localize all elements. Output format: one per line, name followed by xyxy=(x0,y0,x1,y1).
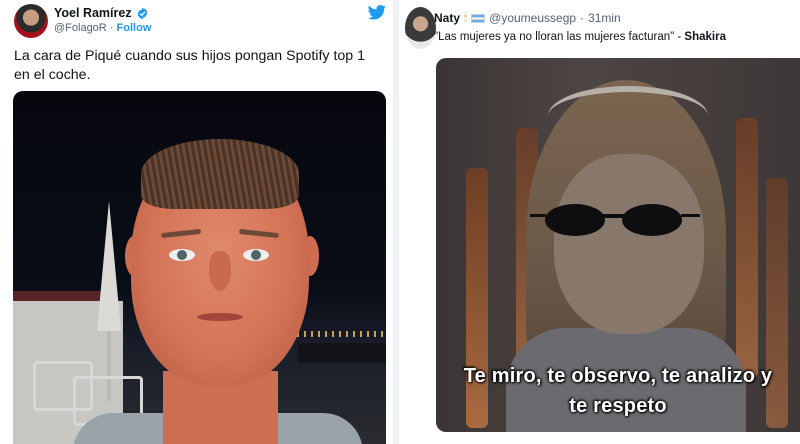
meme-face xyxy=(554,154,704,334)
photo-umbrella xyxy=(97,201,121,401)
quote-author: Shakira xyxy=(684,31,726,43)
tweet-card-left: Yoel Ramírez @FolagoR · Follow La cara d… xyxy=(0,0,393,444)
argentina-flag-emoji xyxy=(471,13,486,23)
separator-dot: · xyxy=(580,11,585,25)
photo-skyline xyxy=(298,343,386,363)
twitter-bird-icon[interactable] xyxy=(368,5,386,20)
quote-text: "Las mujeres ya no lloran las mujeres fa… xyxy=(434,31,685,43)
follow-button[interactable]: Follow xyxy=(117,22,152,34)
meme-guitar xyxy=(766,178,788,428)
meme-caption-line1: Te miro, te observo, te analizo y xyxy=(463,365,773,387)
author-name[interactable]: Yoel Ramírez xyxy=(54,6,132,20)
tweet-meme-image[interactable]: Te miro, te observo, te analizo y te res… xyxy=(436,58,800,432)
photo-eye xyxy=(169,249,195,261)
photo-mouth xyxy=(197,313,243,321)
verified-badge-icon xyxy=(137,7,147,19)
author-handle-row: @FolagoR · Follow xyxy=(54,22,151,34)
author-avatar[interactable] xyxy=(14,4,48,38)
meme-guitar xyxy=(736,118,758,378)
meme-caption-line2: te respeto xyxy=(569,395,667,417)
tweet-photo[interactable] xyxy=(13,91,386,444)
author-avatar[interactable] xyxy=(405,7,436,49)
tweet-text: "Las mujeres ya no lloran las mujeres fa… xyxy=(434,31,726,43)
tweet-text: La cara de Piqué cuando sus hijos pongan… xyxy=(14,48,365,83)
meme-hairband xyxy=(548,86,708,146)
torch-emoji: 🕯 xyxy=(464,11,468,24)
tweet-card-right: Naty 🕯 @youmeussegp · 31min "Las mujeres… xyxy=(399,0,800,444)
separator-dot: · xyxy=(109,22,114,34)
author-name[interactable]: Naty xyxy=(434,11,460,25)
meme-guitar xyxy=(466,168,488,428)
meme-sunglasses xyxy=(530,204,700,236)
photo-hair xyxy=(141,139,299,209)
author-name-row: Yoel Ramírez xyxy=(54,6,149,20)
photo-eye xyxy=(243,249,269,261)
author-name-row: Naty 🕯 @youmeussegp · 31min xyxy=(434,11,621,25)
timestamp[interactable]: 31min xyxy=(588,11,621,25)
author-handle[interactable]: @youmeussegp xyxy=(489,11,576,25)
photo-nose xyxy=(209,251,231,291)
author-handle[interactable]: @FolagoR xyxy=(54,22,107,34)
